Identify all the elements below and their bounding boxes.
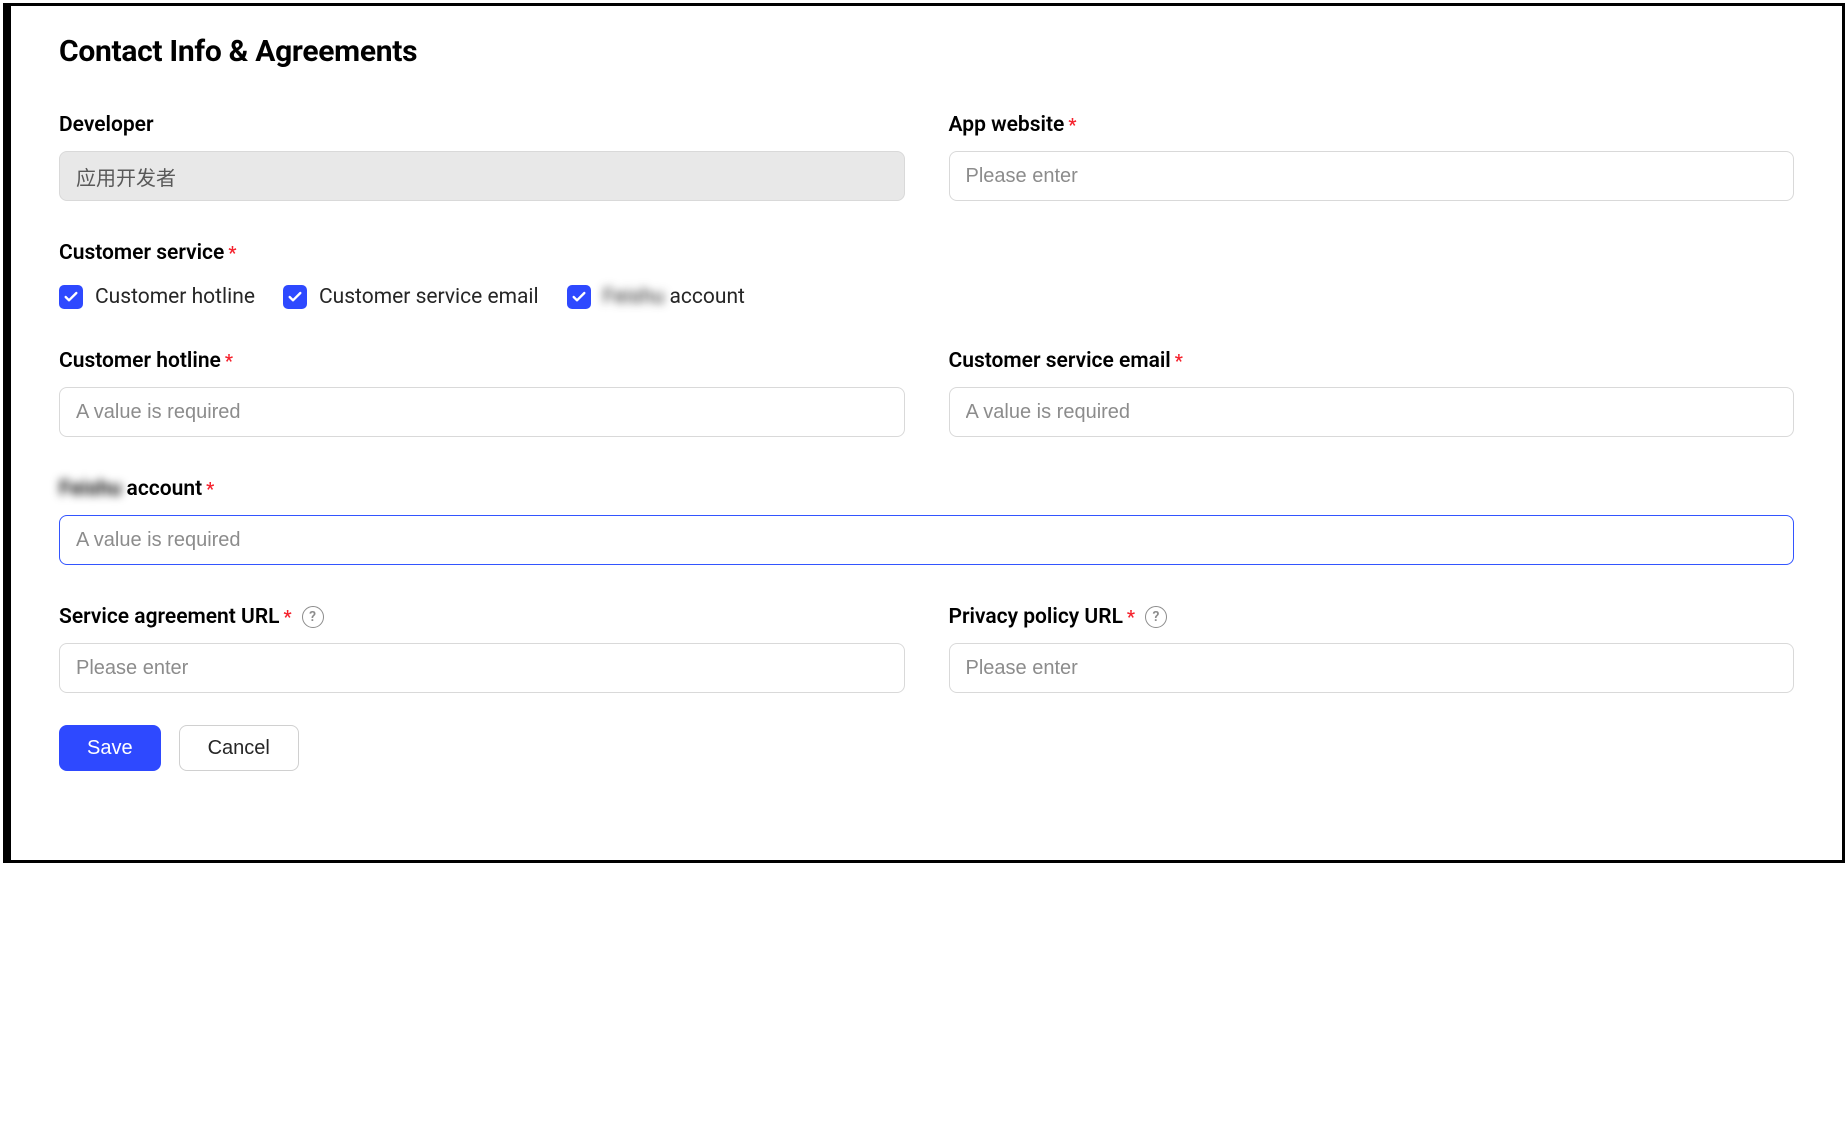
checkbox-icon: [567, 285, 591, 309]
customer-service-label: Customer service *: [59, 241, 1794, 265]
app-website-input[interactable]: [949, 151, 1795, 201]
app-website-label: App website *: [949, 113, 1795, 137]
required-icon: *: [225, 351, 233, 372]
service-agreement-label-text: Service agreement URL: [59, 605, 280, 629]
account-field: Feishu account *: [59, 477, 1794, 565]
checkbox-customer-email[interactable]: Customer service email: [283, 285, 539, 309]
service-agreement-input[interactable]: [59, 643, 905, 693]
customer-service-field: Customer service * Customer hotline Cust…: [59, 241, 1794, 309]
account-label: Feishu account *: [59, 477, 1794, 501]
customer-service-options: Customer hotline Customer service email …: [59, 285, 1794, 309]
section-title: Contact Info & Agreements: [59, 34, 1794, 69]
checkbox-icon: [283, 285, 307, 309]
form-grid: Developer App website * Customer service…: [59, 113, 1794, 693]
developer-field: Developer: [59, 113, 905, 201]
privacy-policy-field: Privacy policy URL * ?: [949, 605, 1795, 693]
help-icon[interactable]: ?: [1145, 606, 1167, 628]
required-icon: *: [1175, 351, 1183, 372]
customer-hotline-label: Customer hotline *: [59, 349, 905, 373]
account-input[interactable]: [59, 515, 1794, 565]
customer-hotline-input[interactable]: [59, 387, 905, 437]
customer-service-email-input[interactable]: [949, 387, 1795, 437]
customer-hotline-field: Customer hotline *: [59, 349, 905, 437]
required-icon: *: [206, 479, 214, 500]
privacy-policy-label: Privacy policy URL * ?: [949, 605, 1795, 629]
cancel-button[interactable]: Cancel: [179, 725, 299, 771]
required-icon: *: [1068, 115, 1076, 136]
checkbox-label-suffix: account: [664, 285, 745, 309]
service-agreement-label: Service agreement URL * ?: [59, 605, 905, 629]
developer-input: [59, 151, 905, 201]
button-row: Save Cancel: [59, 725, 1794, 771]
save-button[interactable]: Save: [59, 725, 161, 771]
developer-label-text: Developer: [59, 113, 154, 137]
privacy-policy-label-text: Privacy policy URL: [949, 605, 1123, 629]
account-label-text: Feishu account: [59, 477, 202, 501]
checkbox-label: Customer hotline: [95, 285, 255, 309]
checkbox-label: Feishu account: [603, 285, 745, 309]
customer-service-email-field: Customer service email *: [949, 349, 1795, 437]
redacted-text: Feishu: [59, 477, 121, 501]
app-website-field: App website *: [949, 113, 1795, 201]
checkbox-account[interactable]: Feishu account: [567, 285, 745, 309]
service-agreement-field: Service agreement URL * ?: [59, 605, 905, 693]
form-container: Contact Info & Agreements Developer App …: [3, 3, 1845, 863]
required-icon: *: [1127, 607, 1135, 628]
app-website-label-text: App website: [949, 113, 1065, 137]
customer-service-label-text: Customer service: [59, 241, 224, 265]
checkbox-customer-hotline[interactable]: Customer hotline: [59, 285, 255, 309]
required-icon: *: [228, 243, 236, 264]
help-icon[interactable]: ?: [302, 606, 324, 628]
customer-hotline-label-text: Customer hotline: [59, 349, 221, 373]
required-icon: *: [284, 607, 292, 628]
developer-label: Developer: [59, 113, 905, 137]
privacy-policy-input[interactable]: [949, 643, 1795, 693]
checkbox-label: Customer service email: [319, 285, 539, 309]
customer-service-email-label-text: Customer service email: [949, 349, 1171, 373]
redacted-text: Feishu: [603, 285, 665, 309]
customer-service-email-label: Customer service email *: [949, 349, 1795, 373]
account-label-suffix: account: [121, 477, 202, 501]
checkbox-icon: [59, 285, 83, 309]
